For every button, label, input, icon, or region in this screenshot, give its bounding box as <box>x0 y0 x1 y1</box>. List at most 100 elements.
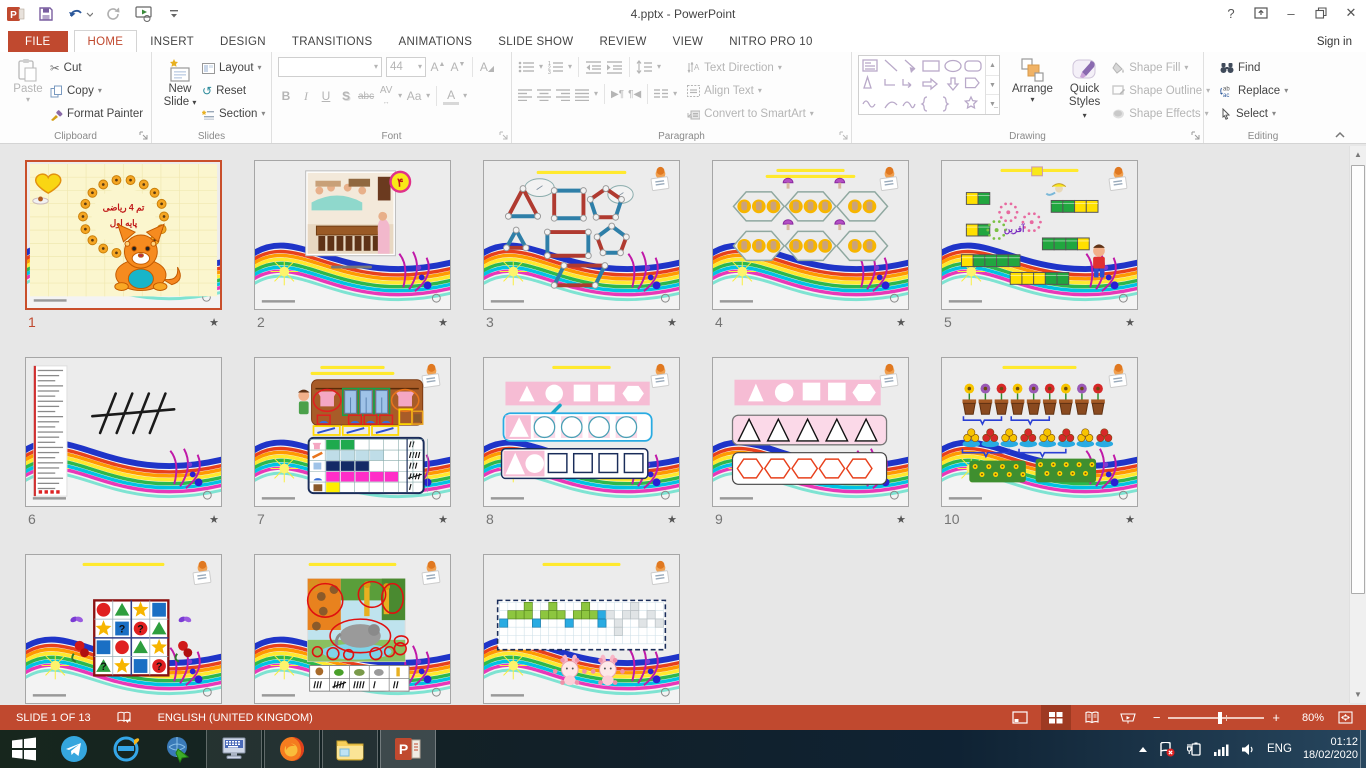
sign-in-link[interactable]: Sign in <box>1317 36 1352 48</box>
underline-button[interactable]: U <box>318 89 334 103</box>
paragraph-dialog-launcher[interactable] <box>839 131 849 141</box>
left-to-right-button[interactable]: ▶¶ <box>611 89 624 100</box>
new-slide-button[interactable]: New Slide ▾ <box>158 55 202 125</box>
file-explorer-icon[interactable] <box>322 730 378 768</box>
change-case-button[interactable]: Aa <box>406 89 422 103</box>
cut-button[interactable]: ✂Cut <box>50 57 143 79</box>
italic-button[interactable]: I <box>298 89 314 104</box>
shapes-gallery-more[interactable]: ▼̲ <box>986 94 999 114</box>
slide-thumbnail[interactable]: ۴ <box>254 160 451 310</box>
idm-icon[interactable] <box>152 730 204 768</box>
tab-view[interactable]: VIEW <box>660 31 717 52</box>
close-button[interactable]: ✕ <box>1336 0 1366 26</box>
reset-button[interactable]: ↺Reset <box>202 80 265 102</box>
collapse-ribbon-button[interactable] <box>1334 131 1346 139</box>
tab-transitions[interactable]: TRANSITIONS <box>279 31 386 52</box>
slide-thumbnail[interactable] <box>25 357 222 507</box>
shape-effects-button[interactable]: Shape Effects▾ <box>1112 103 1210 125</box>
slide-thumbnail[interactable] <box>254 554 451 704</box>
slide-thumbnail[interactable] <box>483 357 680 507</box>
line-spacing-button[interactable] <box>636 60 653 74</box>
show-hidden-icons-button[interactable] <box>1138 746 1148 753</box>
align-right-button[interactable] <box>556 88 571 101</box>
scroll-up-arrow[interactable]: ▲ <box>1350 146 1366 163</box>
shapes-scroll-up[interactable]: ▲ <box>986 56 999 75</box>
tab-review[interactable]: REVIEW <box>586 31 659 52</box>
text-shadow-button[interactable]: S <box>338 89 354 103</box>
reading-view-button[interactable] <box>1077 705 1107 730</box>
align-left-button[interactable] <box>518 88 533 101</box>
slide-thumbnail[interactable] <box>483 160 680 310</box>
tab-insert[interactable]: INSERT <box>137 31 207 52</box>
start-button[interactable] <box>0 730 48 768</box>
minimize-button[interactable]: – <box>1276 0 1306 26</box>
slide-thumbnail[interactable] <box>483 554 680 704</box>
align-text-button[interactable]: Align Text▾ <box>687 80 814 102</box>
slide-thumbnail[interactable] <box>712 160 909 310</box>
fit-slide-to-window-button[interactable] <box>1330 705 1360 730</box>
tab-nitro-pro[interactable]: NITRO PRO 10 <box>716 31 825 52</box>
quick-styles-button[interactable]: Quick Styles ▾ <box>1065 55 1104 124</box>
paste-button[interactable]: Paste▾ <box>6 55 50 125</box>
clear-formatting-button[interactable]: A◢ <box>479 60 495 74</box>
ribbon-display-options-button[interactable] <box>1246 0 1276 26</box>
network-signal-icon[interactable] <box>1213 743 1230 756</box>
tab-file[interactable]: FILE <box>8 31 68 52</box>
decrease-font-size-button[interactable]: A▼ <box>450 60 466 74</box>
slide-thumbnail[interactable]: آفرین <box>941 160 1138 310</box>
scrollbar-thumb[interactable] <box>1351 165 1365 594</box>
find-button[interactable]: Find <box>1220 57 1318 79</box>
bullets-button[interactable] <box>518 60 535 74</box>
tab-design[interactable]: DESIGN <box>207 31 279 52</box>
telegram-icon[interactable] <box>48 730 100 768</box>
font-size-combo[interactable]: 44▾ <box>386 57 426 77</box>
language-indicator[interactable]: ENGLISH (UNITED KINGDOM) <box>158 712 313 724</box>
arrange-button[interactable]: Arrange▾ <box>1008 55 1057 106</box>
normal-view-button[interactable] <box>1005 705 1035 730</box>
drawing-dialog-launcher[interactable] <box>1191 131 1201 141</box>
font-dialog-launcher[interactable] <box>499 131 509 141</box>
copy-button[interactable]: Copy▾ <box>50 80 143 102</box>
slide-show-button[interactable] <box>1113 705 1143 730</box>
text-direction-button[interactable]: A Text Direction▾ <box>687 57 814 79</box>
tab-animations[interactable]: ANIMATIONS <box>386 31 486 52</box>
align-center-button[interactable] <box>537 88 552 101</box>
increase-indent-button[interactable] <box>606 60 623 74</box>
power-battery-icon[interactable] <box>1186 742 1202 756</box>
zoom-out-button[interactable]: − <box>1153 710 1161 725</box>
slide-thumbnail[interactable]: ???? <box>25 554 222 704</box>
slide-sorter-view-button[interactable] <box>1041 705 1071 730</box>
shape-outline-button[interactable]: Shape Outline▾ <box>1112 80 1210 102</box>
clock[interactable]: 01:12 18/02/2020 <box>1303 736 1358 762</box>
tab-home[interactable]: HOME <box>74 30 138 52</box>
replace-button[interactable]: abac Replace▾ <box>1220 80 1318 102</box>
volume-icon[interactable] <box>1241 743 1256 756</box>
help-button[interactable]: ? <box>1216 0 1246 26</box>
section-button[interactable]: Section▾ <box>202 103 265 125</box>
select-button[interactable]: Select▾ <box>1220 103 1318 125</box>
show-desktop-button[interactable] <box>1360 730 1366 768</box>
internet-explorer-icon[interactable] <box>100 730 152 768</box>
clipboard-dialog-launcher[interactable] <box>139 131 149 141</box>
tab-slide-show[interactable]: SLIDE SHOW <box>485 31 586 52</box>
decrease-indent-button[interactable] <box>585 60 602 74</box>
layout-button[interactable]: Layout▾ <box>202 57 265 79</box>
strikethrough-button[interactable]: abc <box>358 91 374 102</box>
slide-thumbnail[interactable] <box>712 357 909 507</box>
firefox-icon[interactable] <box>264 730 320 768</box>
shapes-gallery[interactable]: ▲ ▼ ▼̲ <box>858 55 1000 115</box>
convert-to-smartart-button[interactable]: Convert to SmartArt▾ <box>687 103 814 125</box>
slide-thumbnail[interactable]: تم 4 ریاضی پایه اول <box>25 160 222 310</box>
bold-button[interactable]: B <box>278 89 294 103</box>
on-screen-keyboard-button[interactable] <box>206 730 262 768</box>
justify-button[interactable] <box>575 88 590 101</box>
shape-fill-button[interactable]: Shape Fill▾ <box>1112 57 1210 79</box>
powerpoint-taskbar-icon[interactable]: P <box>380 730 436 768</box>
scroll-down-arrow[interactable]: ▼ <box>1350 686 1366 703</box>
zoom-in-button[interactable]: + <box>1272 710 1280 725</box>
shapes-scroll-down[interactable]: ▼ <box>986 75 999 95</box>
columns-button[interactable] <box>654 88 669 101</box>
action-center-icon[interactable] <box>1159 742 1175 757</box>
right-to-left-button[interactable]: ¶◀ <box>628 89 641 100</box>
numbering-button[interactable]: 123 <box>547 60 564 74</box>
